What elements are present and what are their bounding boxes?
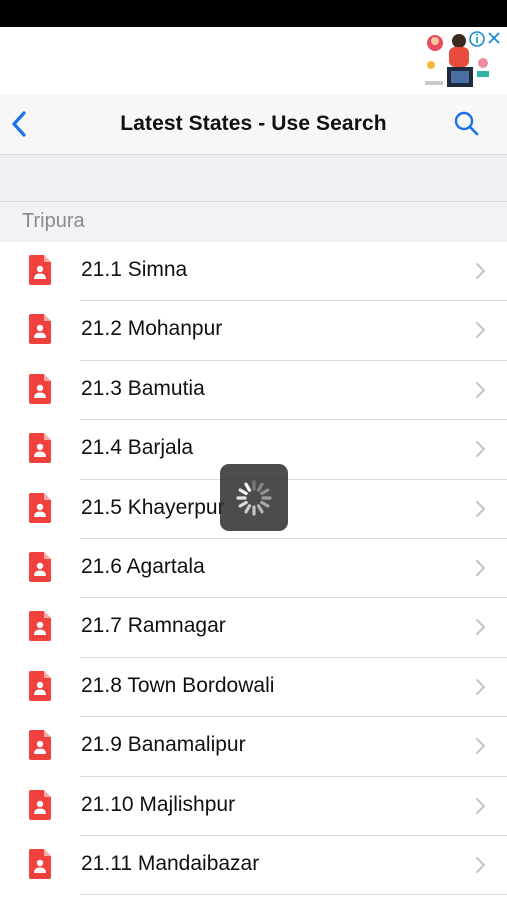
document-person-icon (29, 255, 51, 285)
document-person-icon (29, 611, 51, 642)
document-person-icon (29, 848, 51, 879)
chevron-right-icon (476, 322, 485, 339)
chevron-right-icon (476, 441, 485, 458)
list-item-label: 21.6 Agartala (81, 554, 205, 578)
section-header: Tripura (0, 202, 507, 242)
document-person-icon (29, 314, 51, 345)
page-title: Latest States - Use Search (120, 112, 387, 135)
ad-banner[interactable] (0, 27, 507, 95)
chevron-right-icon (476, 678, 485, 695)
chevron-right-icon (476, 797, 485, 814)
list-item-label: 21.7 Ramnagar (81, 614, 226, 638)
chevron-right-icon (476, 738, 485, 755)
list-item[interactable]: 21.7 Ramnagar (0, 598, 507, 658)
list-item-label: 21.1 Simna (81, 258, 188, 281)
document-person-icon (29, 433, 51, 464)
chevron-right-icon (476, 381, 485, 398)
list-item[interactable]: 21.1 Simna (0, 242, 507, 302)
chevron-right-icon (476, 559, 485, 576)
list-item[interactable]: 21.3 Bamutia (0, 360, 507, 421)
document-person-icon (29, 373, 51, 404)
list-item-label: 21.9 Banamalipur (81, 733, 246, 757)
close-icon (488, 32, 500, 44)
list-item-label: 21.4 Barjala (81, 436, 194, 460)
list-item[interactable]: 21.10 Majlishpur (0, 776, 507, 836)
activity-spinner-icon (236, 480, 272, 516)
search-area-band (0, 155, 507, 202)
row-divider (80, 894, 507, 896)
document-person-icon (29, 730, 51, 761)
chevron-right-icon (476, 619, 485, 636)
list-item-label: 21.5 Khayerpur (81, 495, 225, 519)
chevron-right-icon (476, 500, 485, 517)
navigation-bar: Latest States - Use Search (0, 95, 507, 155)
ad-illustration[interactable] (421, 29, 503, 91)
list-item-label: 21.2 Mohanpur (81, 317, 223, 341)
list-item-label: 21.10 Majlishpur (81, 792, 236, 816)
list-item-label: 21.3 Bamutia (81, 376, 205, 400)
magnifier-icon (454, 111, 479, 136)
search-button[interactable] (453, 110, 481, 138)
loading-indicator (220, 464, 288, 531)
chevron-right-icon (476, 856, 485, 873)
document-person-icon (29, 492, 51, 523)
list-item-label: 21.8 Town Bordowali (81, 673, 275, 697)
list-item[interactable]: 21.2 Mohanpur (0, 301, 507, 361)
state-list: 21.1 Simna 21.2 Mohanpur 21.3 Bamutia 21.4 … (0, 242, 507, 896)
document-person-icon (29, 789, 51, 820)
document-person-icon (29, 670, 51, 701)
back-button[interactable] (8, 109, 34, 139)
chevron-left-icon (12, 111, 26, 137)
list-item[interactable]: 21.6 Agartala (0, 538, 507, 599)
list-item[interactable]: 21.9 Banamalipur (0, 717, 507, 777)
list-item[interactable]: 21.11 Mandaibazar (0, 835, 507, 896)
status-bar (0, 0, 507, 27)
section-header-label: Tripura (22, 210, 85, 232)
list-item[interactable]: 21.8 Town Bordowali (0, 657, 507, 718)
chevron-right-icon (476, 263, 485, 279)
document-person-icon (29, 551, 51, 582)
list-item-label: 21.11 Mandaibazar (81, 851, 260, 875)
